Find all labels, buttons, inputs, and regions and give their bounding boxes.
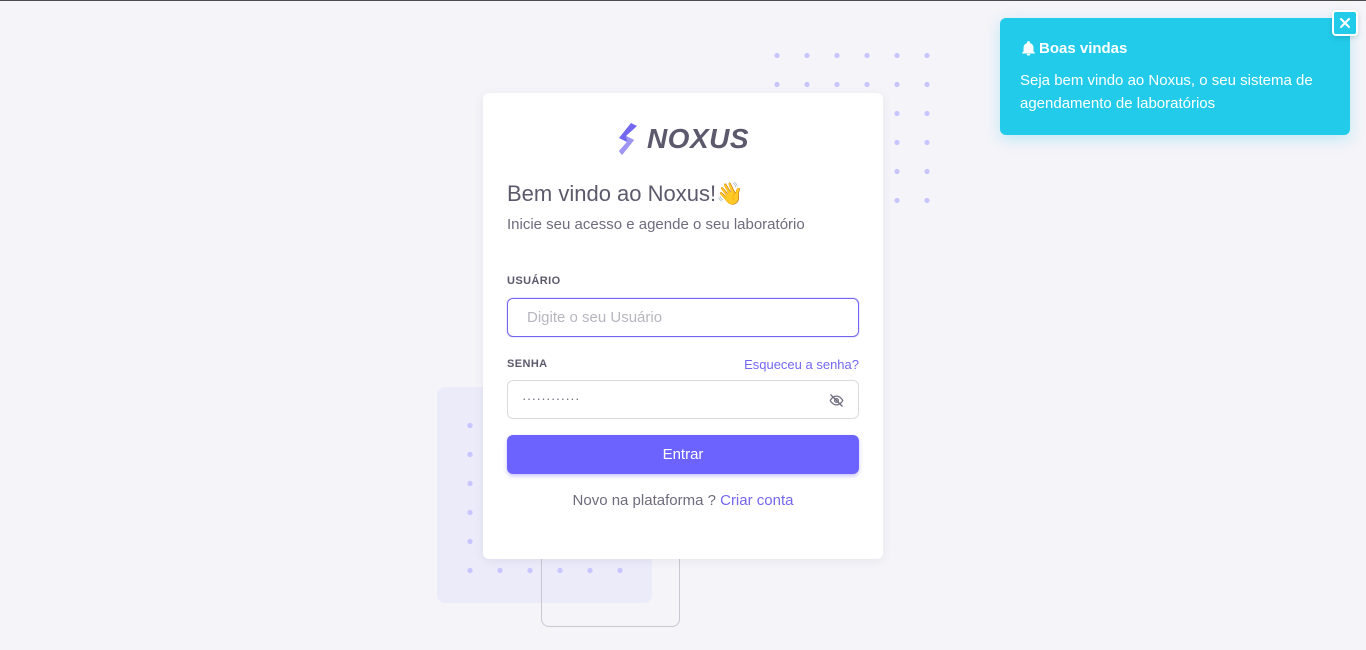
password-label: SENHA [507, 358, 548, 370]
signup-prompt: Novo na plataforma ? [572, 492, 716, 509]
bell-icon [1022, 41, 1035, 56]
login-button[interactable]: Entrar [507, 435, 859, 474]
signup-row: Novo na plataforma ? Criar conta [507, 492, 859, 509]
password-label-row: SENHA Esqueceu a senha? [507, 357, 859, 372]
forgot-password-link[interactable]: Esqueceu a senha? [744, 357, 859, 372]
noxus-logo-icon [618, 123, 637, 155]
username-label: USUÁRIO [507, 275, 561, 287]
toast-message: Seja bem vindo ao Noxus, o seu sistema d… [1020, 72, 1313, 112]
welcome-toast: Boas vindas Seja bem vindo ao Noxus, o s… [1000, 18, 1350, 135]
close-icon [1340, 18, 1350, 28]
welcome-subtitle: Inicie seu acesso e agende o seu laborat… [507, 216, 805, 233]
toast-header: Boas vindas [1020, 40, 1330, 57]
welcome-title: Bem vindo ao Noxus!👋 [507, 181, 744, 206]
brand-name: NOXUS [646, 123, 750, 154]
password-field[interactable]: ············ [507, 380, 859, 419]
toast-close-button[interactable] [1332, 10, 1358, 36]
toast-title: Boas vindas [1039, 40, 1128, 57]
create-account-link[interactable]: Criar conta [720, 492, 793, 509]
eye-off-icon[interactable] [829, 393, 844, 408]
brand: NOXUS [507, 121, 859, 157]
login-card: NOXUS Bem vindo ao Noxus!👋 Inicie seu ac… [483, 93, 883, 559]
password-input-value: ············ [522, 391, 580, 406]
username-input[interactable] [507, 298, 859, 337]
